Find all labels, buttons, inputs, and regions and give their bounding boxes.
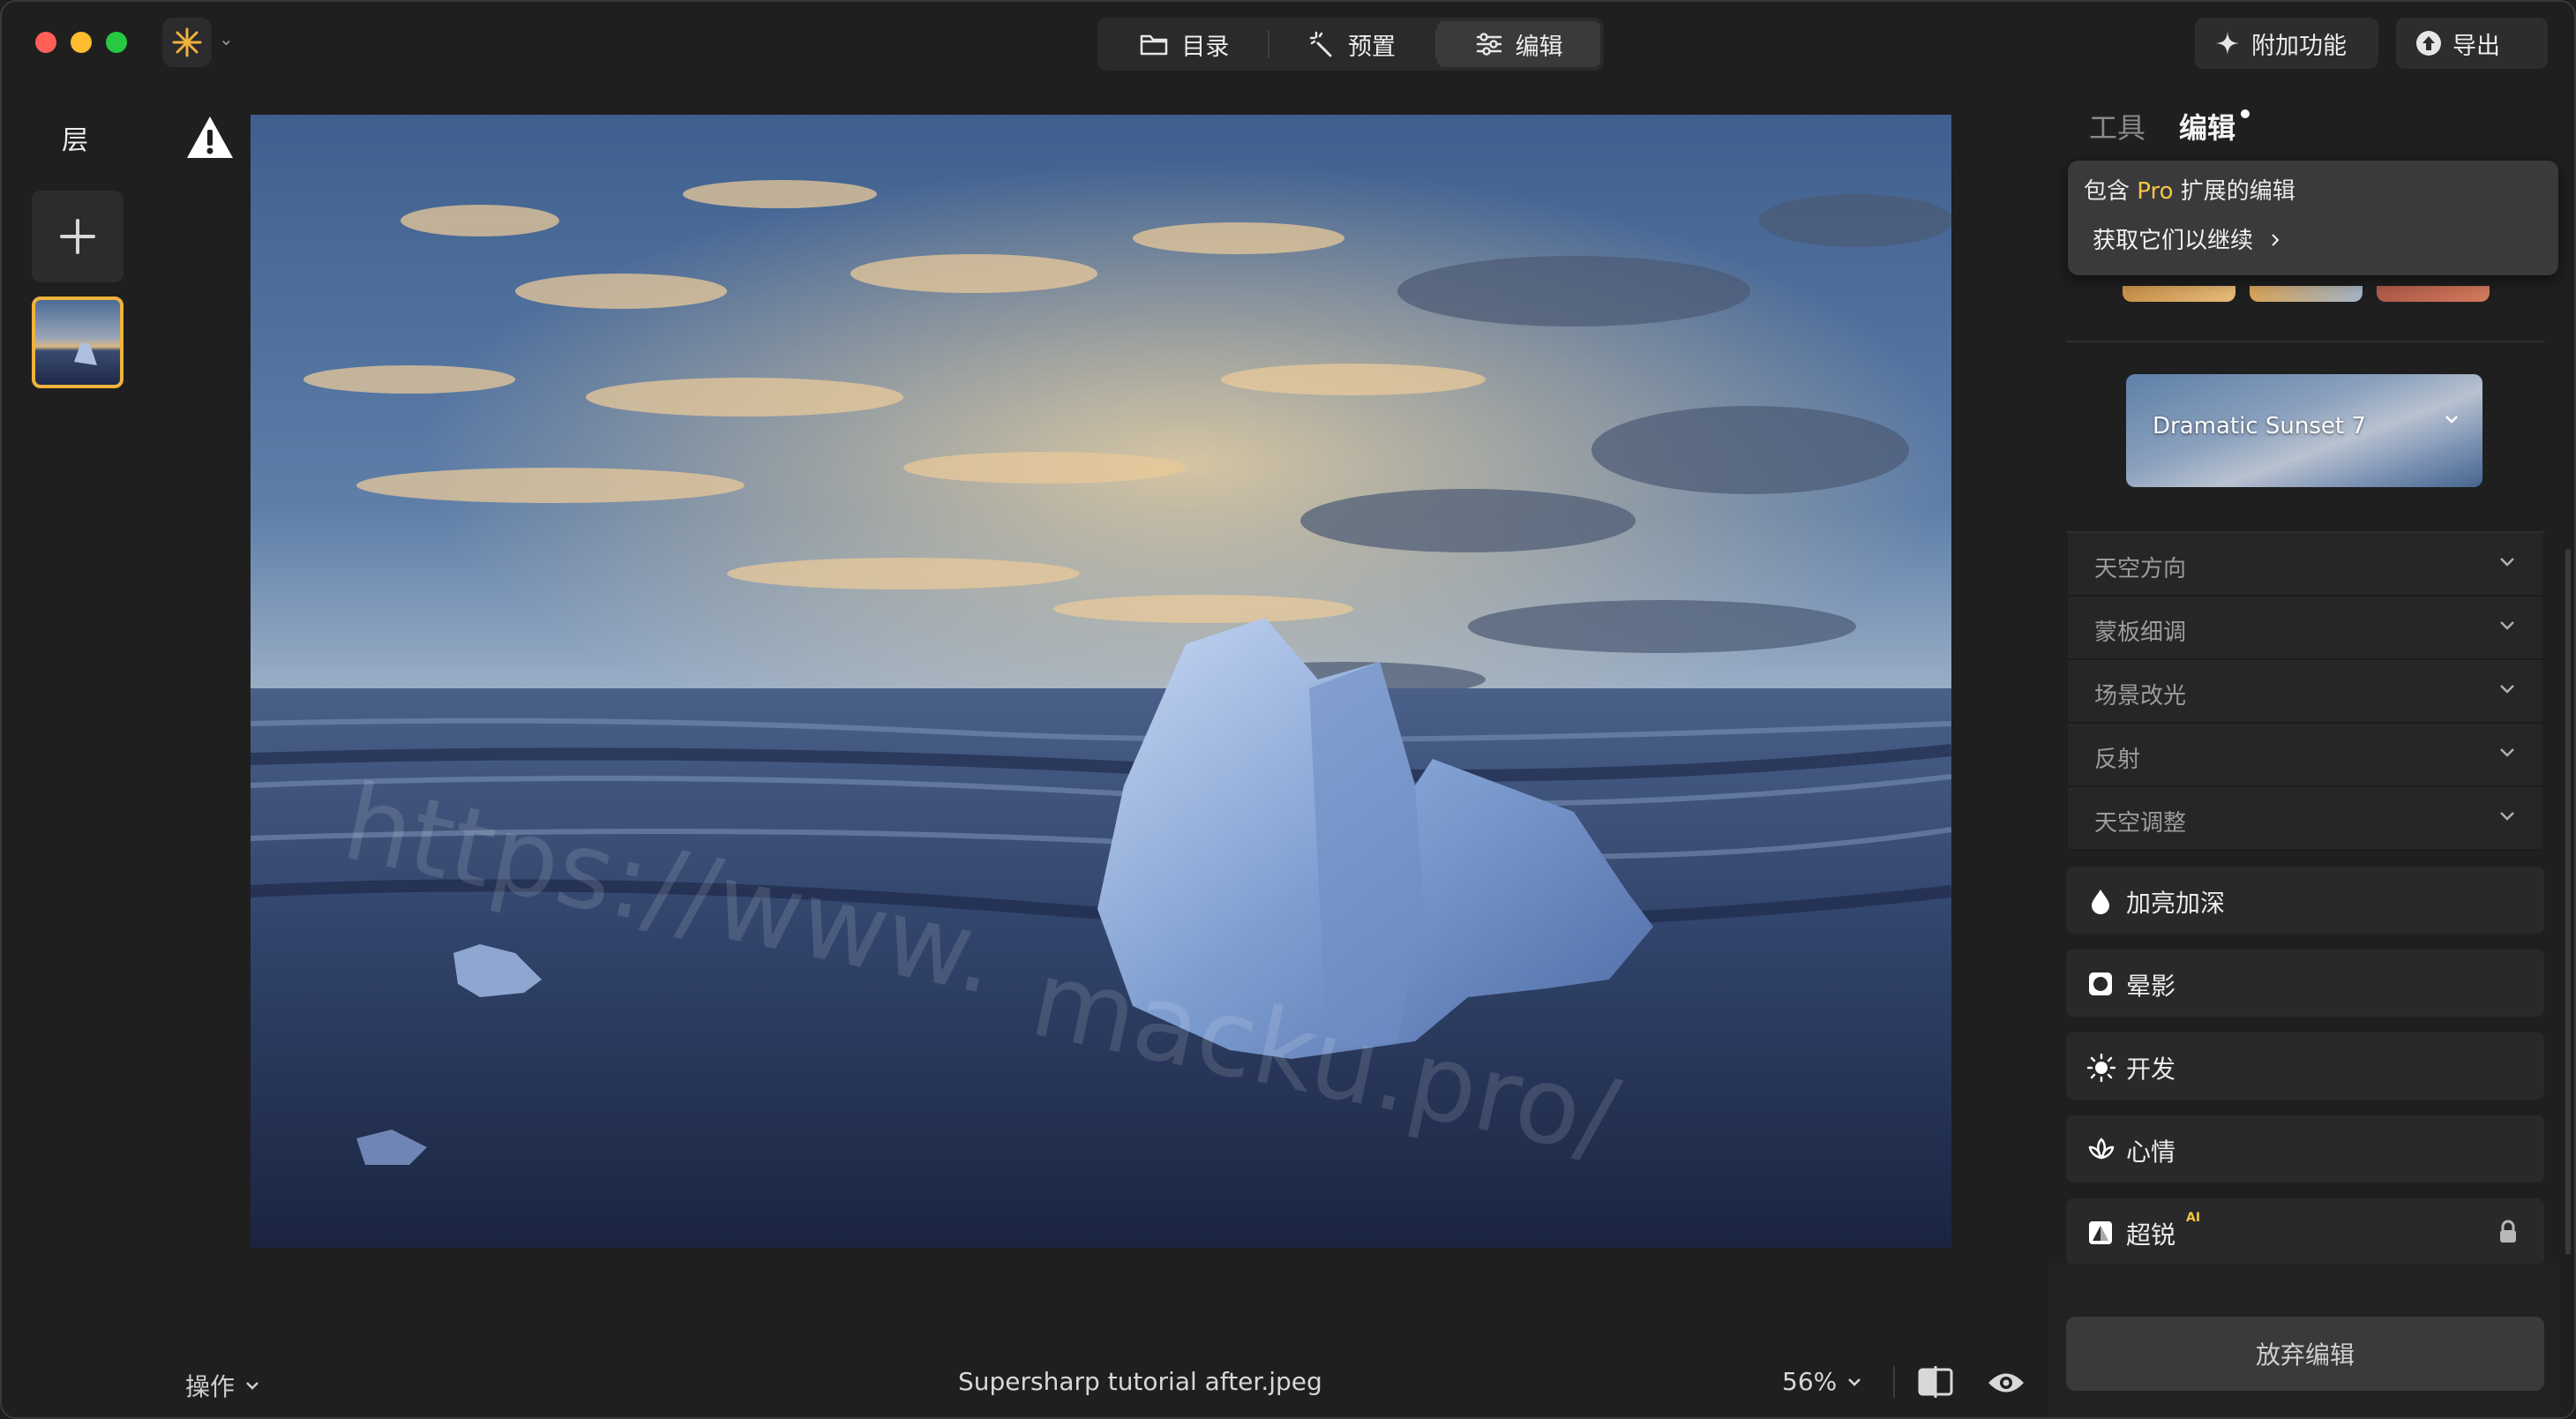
sky-preset-name: Dramatic Sunset 7: [2153, 413, 2366, 439]
tool-label: 晕影: [2126, 972, 2176, 1001]
preset-thumbnail[interactable]: [2377, 286, 2490, 302]
preset-thumbnail[interactable]: [2123, 286, 2235, 302]
tool-mood[interactable]: 心情: [2066, 1115, 2544, 1182]
add-layer-button[interactable]: [32, 191, 124, 282]
zoom-value: 56%: [1782, 1367, 1838, 1396]
chevron-down-icon: [2500, 685, 2514, 694]
tab-presets[interactable]: 预置: [1269, 21, 1436, 67]
accordion-mask-refinement[interactable]: 蒙板细调: [2068, 597, 2542, 660]
ai-badge: AI: [2186, 1211, 2201, 1225]
drop-icon: [2092, 890, 2109, 914]
mode-switcher: 目录 预置 编辑: [1097, 18, 1604, 71]
chevron-down-icon: [246, 1382, 258, 1390]
zoom-window-button[interactable]: [106, 32, 127, 53]
right-panel-scrollbar[interactable]: [2565, 549, 2571, 1255]
layer-thumbnail-image: [74, 342, 97, 365]
tool-develop[interactable]: 开发: [2066, 1032, 2544, 1100]
pro-upsell-prefix: 包含: [2084, 178, 2130, 205]
discard-edits-button[interactable]: 放弃编辑: [2066, 1317, 2544, 1391]
chevron-down-icon[interactable]: ⌄: [219, 28, 234, 49]
vignette-icon: [2089, 972, 2112, 995]
accordion-reflection[interactable]: 反射: [2068, 724, 2542, 787]
accordion-label: 场景改光: [2094, 683, 2187, 710]
chevron-down-icon: [2500, 748, 2514, 757]
pro-upsell-text: 包含 Pro 扩展的编辑: [2084, 173, 2295, 206]
accordion-sky-adjustment[interactable]: 天空调整: [2068, 787, 2542, 851]
layer-thumbnail[interactable]: [32, 297, 124, 388]
tab-edit-label: 编辑: [1515, 33, 1563, 61]
tab-edit[interactable]: 编辑: [1437, 21, 1600, 67]
lock-icon: [2500, 1220, 2516, 1243]
addons-label: 附加功能: [2251, 32, 2347, 60]
sun-icon: [2087, 1054, 2115, 1082]
sparkle-icon: [2216, 32, 2239, 55]
preset-thumbnail[interactable]: [2250, 286, 2363, 302]
close-window-button[interactable]: [35, 32, 56, 53]
magic-wand-icon: [1309, 31, 1332, 57]
accordion-label: 蒙板细调: [2094, 619, 2187, 646]
tool-supersharp[interactable]: 超锐 AI: [2066, 1198, 2544, 1265]
tool-dodge-burn[interactable]: 加亮加深: [2066, 867, 2544, 934]
tab-edits[interactable]: 编辑: [2179, 106, 2235, 146]
lotus-icon: [2088, 1137, 2115, 1160]
sky-preset-strip[interactable]: [2123, 286, 2493, 302]
folder-icon: [1141, 34, 1168, 56]
layers-title: 层: [62, 125, 88, 156]
pro-badge-text: Pro: [2137, 178, 2174, 205]
tool-vignette[interactable]: 晕影: [2066, 950, 2544, 1017]
chevron-right-icon: [2272, 234, 2280, 246]
export-label: 导出: [2452, 32, 2500, 60]
get-pro-link-label: 获取它们以继续: [2093, 228, 2254, 254]
discard-edits-label: 放弃编辑: [2255, 1340, 2355, 1370]
pro-upsell-popup: 包含 Pro 扩展的编辑 获取它们以继续: [2068, 161, 2558, 275]
tool-label: 超锐: [2126, 1220, 2176, 1250]
divider: [1893, 1366, 1895, 1398]
sky-preset-selector[interactable]: Dramatic Sunset 7: [2126, 374, 2482, 487]
chevron-down-icon: [2445, 416, 2458, 424]
title-bar: ⌄ 目录 预置 编辑 附加功能 导出: [2, 2, 2574, 86]
pro-upsell-suffix: 扩展的编辑: [2180, 178, 2295, 205]
sliders-icon: [1476, 33, 1501, 56]
accordion-sky-direction[interactable]: 天空方向: [2068, 533, 2542, 597]
tab-presets-label: 预置: [1347, 33, 1396, 61]
file-name: Supersharp tutorial after.jpeg: [958, 1367, 1322, 1396]
get-pro-link[interactable]: 获取它们以继续: [2093, 222, 2281, 255]
chevron-down-icon: [1848, 1378, 1861, 1386]
addons-button[interactable]: 附加功能: [2195, 18, 2378, 69]
accordion-label: 天空方向: [2094, 556, 2187, 582]
zoom-menu[interactable]: 56%: [1782, 1367, 1861, 1396]
accordion-scene-relight[interactable]: 场景改光: [2068, 660, 2542, 724]
plus-icon: [60, 219, 95, 254]
photo-canvas[interactable]: https://www. macku.pro/: [251, 115, 1951, 1248]
divider: [2066, 341, 2544, 342]
compare-icon[interactable]: [1916, 1366, 1955, 1401]
app-window: ⌄ 目录 预置 编辑 附加功能 导出 层 https://www. macku.…: [0, 0, 2576, 1419]
tab-tools[interactable]: 工具: [2089, 106, 2145, 146]
actions-label: 操作: [185, 1372, 236, 1401]
tab-catalog[interactable]: 目录: [1101, 21, 1268, 67]
chevron-down-icon: [2500, 621, 2514, 630]
chevron-down-icon: [2500, 812, 2514, 821]
sparkle-logo-icon: [172, 27, 202, 57]
eye-icon[interactable]: [1987, 1370, 2026, 1400]
sharpen-icon: [2089, 1221, 2112, 1244]
app-menu-button[interactable]: [162, 18, 212, 67]
tab-catalog-label: 目录: [1181, 33, 1230, 61]
edits-indicator-dot: [2241, 109, 2250, 118]
tool-label: 心情: [2126, 1137, 2176, 1167]
actions-menu[interactable]: 操作: [185, 1368, 259, 1403]
tool-label: 加亮加深: [2126, 889, 2226, 918]
upload-circle-icon: [2416, 31, 2441, 56]
minimize-window-button[interactable]: [71, 32, 92, 53]
tool-label: 开发: [2126, 1055, 2176, 1084]
warning-icon[interactable]: [185, 115, 235, 164]
photo-image: https://www. macku.pro/: [251, 115, 1951, 1248]
chevron-down-icon: [2500, 558, 2514, 567]
accordion-label: 天空调整: [2094, 810, 2187, 837]
accordion-label: 反射: [2094, 747, 2141, 773]
export-button[interactable]: 导出: [2396, 18, 2548, 69]
